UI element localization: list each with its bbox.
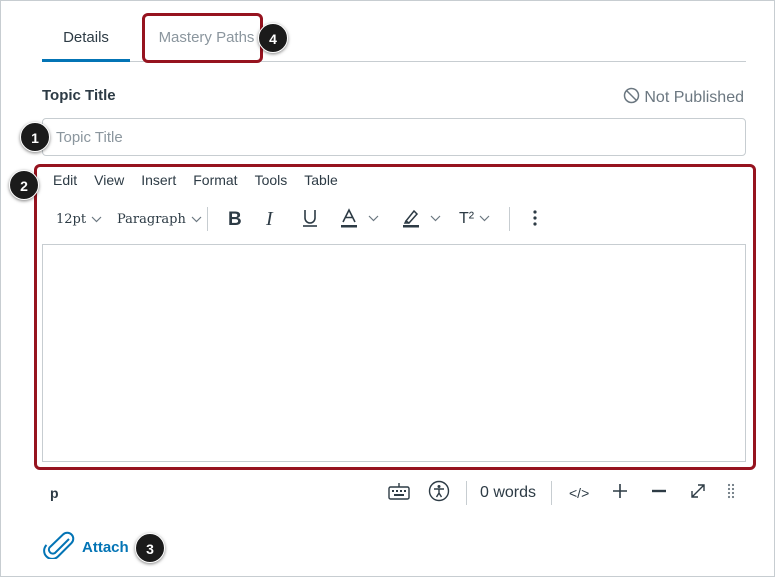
menu-insert[interactable]: Insert <box>141 172 176 192</box>
underline-icon <box>300 207 320 232</box>
word-count[interactable]: 0 words <box>480 477 536 509</box>
font-size-value: 12pt <box>56 211 87 227</box>
callout-badge-3: 3 <box>135 533 165 563</box>
attach-label: Attach <box>82 538 129 556</box>
superscript-dropdown[interactable]: T² <box>459 201 490 237</box>
keyboard-icon <box>388 482 410 505</box>
underline-button[interactable] <box>300 201 320 237</box>
italic-button[interactable]: I <box>264 201 280 237</box>
italic-icon: I <box>264 208 280 231</box>
statusbar-divider <box>551 481 552 505</box>
plus-icon <box>611 482 629 505</box>
tab-bar: Details Mastery Paths <box>42 15 746 62</box>
chevron-down-icon <box>430 213 441 225</box>
toolbar-divider <box>207 207 208 231</box>
menu-tools[interactable]: Tools <box>255 172 288 192</box>
chevron-down-icon <box>479 213 490 225</box>
text-color-icon <box>338 207 360 232</box>
bold-button[interactable]: B <box>226 201 244 237</box>
superscript-icon: T² <box>459 210 475 227</box>
toolbar-divider <box>509 207 510 231</box>
zoom-out-button[interactable] <box>650 477 668 509</box>
paperclip-icon <box>42 531 76 563</box>
topic-title-input[interactable] <box>42 118 746 156</box>
block-format-dropdown[interactable]: Paragraph <box>117 201 202 237</box>
bold-icon: B <box>226 208 244 231</box>
element-path[interactable]: p <box>50 477 59 509</box>
callout-badge-4: 4 <box>258 23 288 53</box>
menu-view[interactable]: View <box>94 172 124 192</box>
block-format-value: Paragraph <box>117 211 186 227</box>
svg-text:B: B <box>228 209 242 228</box>
expand-icon <box>689 482 707 505</box>
minus-icon <box>650 482 668 505</box>
chevron-down-icon <box>191 213 202 226</box>
editor-content-area[interactable] <box>42 244 746 462</box>
tab-details[interactable]: Details <box>42 15 130 62</box>
statusbar-divider <box>466 481 467 505</box>
keyboard-shortcuts-button[interactable] <box>388 477 410 509</box>
editor-menubar: Edit View Insert Format Tools Table <box>53 172 355 192</box>
fullscreen-button[interactable] <box>689 477 707 509</box>
html-editor-toggle[interactable]: </> <box>569 477 589 509</box>
svg-text:I: I <box>265 208 274 228</box>
publish-status-text: Not Published <box>644 89 744 106</box>
chevron-down-icon <box>91 213 102 226</box>
tab-mastery-paths[interactable]: Mastery Paths <box>150 15 263 61</box>
topic-title-label: Topic Title <box>42 87 116 104</box>
highlight-color-button[interactable] <box>400 201 441 237</box>
resize-handle[interactable] <box>727 477 735 509</box>
accessibility-checker-button[interactable] <box>428 477 450 509</box>
publish-status: Not Published <box>623 87 744 109</box>
accessibility-icon <box>428 480 450 507</box>
menu-edit[interactable]: Edit <box>53 172 77 192</box>
callout-badge-2: 2 <box>9 170 39 200</box>
drag-handle-icon <box>727 483 735 504</box>
more-options-button[interactable] <box>532 201 538 237</box>
editor-statusbar: p 0 words </> <box>42 477 746 509</box>
attach-button[interactable]: Attach <box>42 531 129 563</box>
highlighter-icon <box>400 207 422 232</box>
font-size-dropdown[interactable]: 12pt <box>56 201 102 237</box>
callout-badge-1: 1 <box>20 122 50 152</box>
zoom-in-button[interactable] <box>611 477 629 509</box>
chevron-down-icon <box>368 213 379 225</box>
menu-table[interactable]: Table <box>304 172 337 192</box>
discussion-editor-panel: Details Mastery Paths 4 Topic Title Not … <box>0 0 775 577</box>
text-color-button[interactable] <box>338 201 379 237</box>
menu-format[interactable]: Format <box>193 172 237 192</box>
editor-toolbar: 12pt Paragraph B I T² <box>42 201 746 237</box>
not-published-icon <box>623 87 640 109</box>
more-vertical-icon <box>532 209 538 230</box>
